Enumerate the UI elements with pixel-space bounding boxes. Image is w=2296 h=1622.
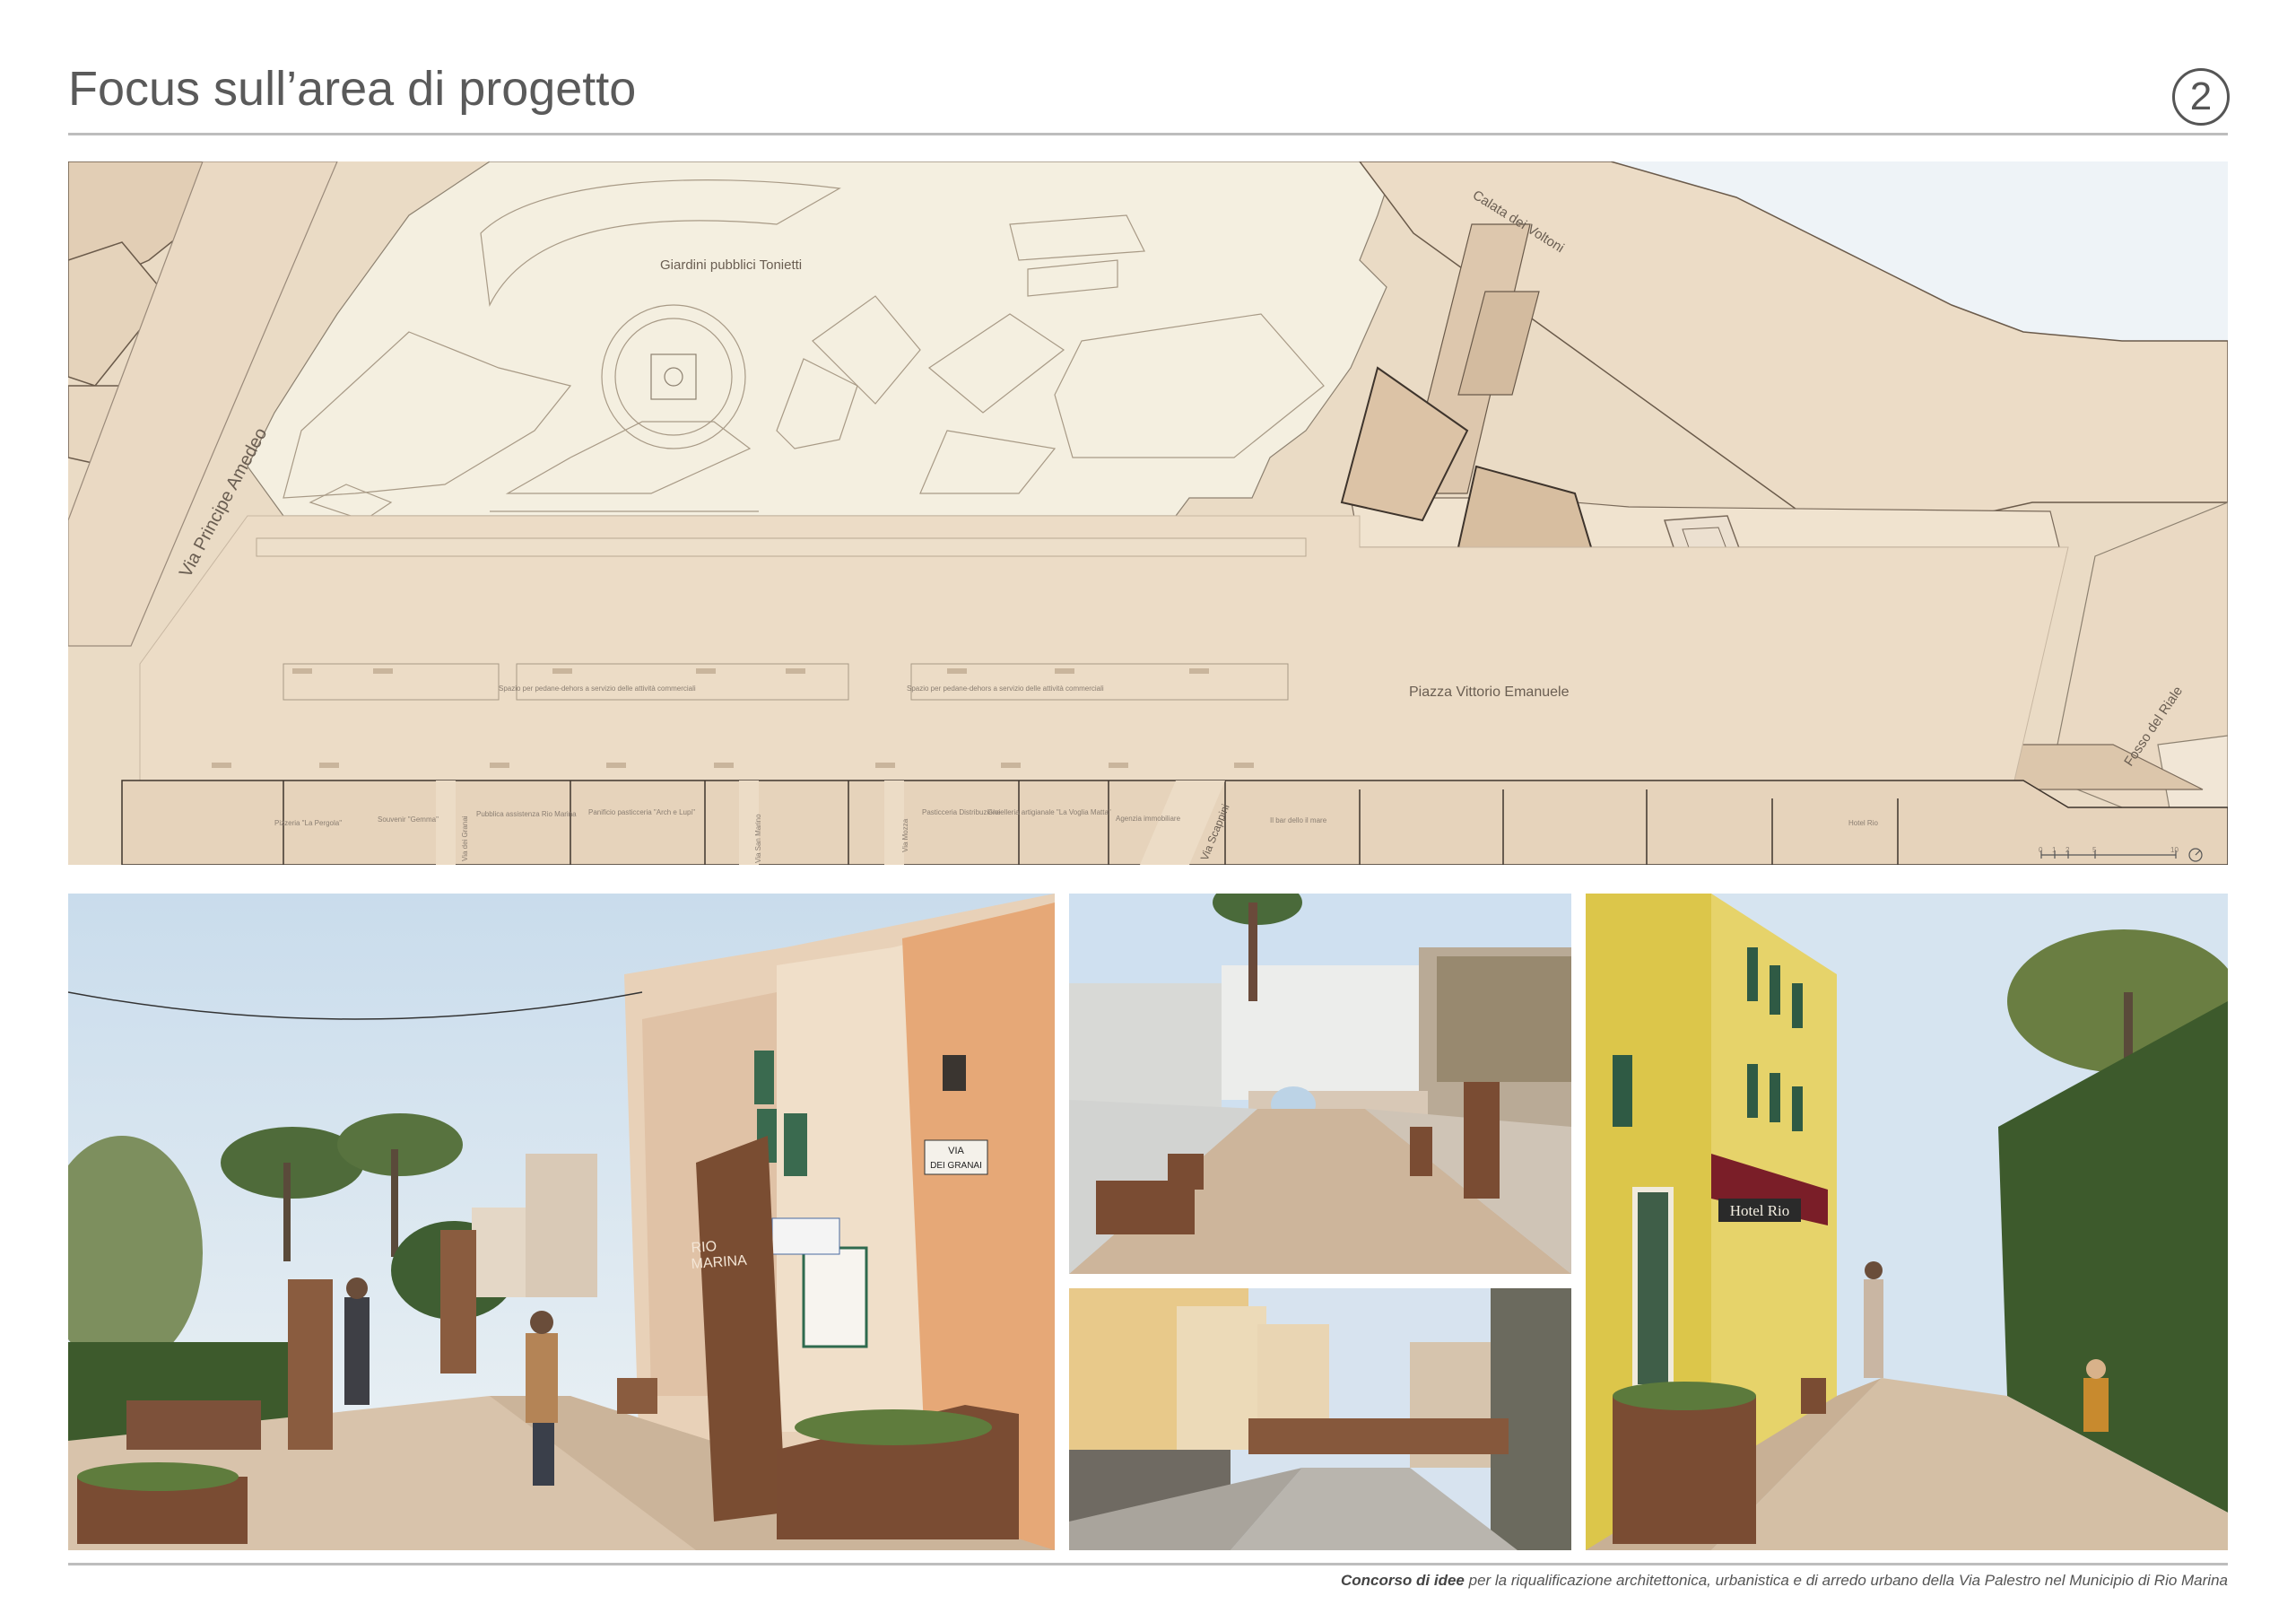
svg-text:DEI GRANAI: DEI GRANAI xyxy=(930,1161,982,1171)
map-shop-label: Gioielleria artigianale "La Voglia Matta… xyxy=(987,808,1111,816)
map-shop-label: Panificio pasticceria "Arch e Lupi" xyxy=(588,808,695,816)
site-plan-labels: Via Principe Amedeo Giardini pubblici To… xyxy=(176,187,2186,863)
map-shop-label: Agenzia immobiliare xyxy=(1116,815,1181,823)
map-label-via-dei-granai: Via dei Granai xyxy=(461,815,469,861)
scale-tick: 2 xyxy=(2066,846,2070,854)
header-rule xyxy=(68,133,2228,135)
scale-tick: 0 xyxy=(2039,846,2043,854)
map-shop-label: Hotel Rio xyxy=(1848,819,1878,827)
map-label-spazio-1: Spazio per pedane-dehors a servizio dell… xyxy=(499,685,696,693)
map-label-via-principe-amedeo: Via Principe Amedeo xyxy=(176,424,271,580)
scale-tick: 5 xyxy=(2092,846,2097,854)
render-bridge-street xyxy=(1069,1288,1571,1550)
map-shop-label: Souvenir "Gemma" xyxy=(378,815,439,824)
footer-bold: Concorso di idee xyxy=(1340,1572,1465,1589)
render-main-street: VIA DEI GRANAI RIO MARINA xyxy=(68,894,1055,1550)
scale-tick: 1 xyxy=(2052,846,2057,854)
map-label-calata: Calata dei Voltoni xyxy=(1470,187,1567,256)
map-shop-label: Pubblica assistenza Rio Marina xyxy=(476,810,577,818)
footer-caption: Concorso di idee per la riqualificazione… xyxy=(68,1572,2228,1590)
map-label-piazza: Piazza Vittorio Emanuele xyxy=(1409,685,1570,700)
map-label-via-scappini: Via Scappini xyxy=(1198,802,1232,862)
corten-sign-rio-marina: RIO xyxy=(691,1239,718,1256)
map-label-via-san-marino: Via San Marino xyxy=(754,814,762,863)
hotel-sign: Hotel Rio xyxy=(1730,1202,1790,1219)
render-covered-passage xyxy=(1069,894,1571,1274)
scale-tick: 10 xyxy=(2170,846,2179,854)
street-sign-via-dei-granai: VIA xyxy=(948,1146,964,1156)
map-shop-label: Il bar dello il mare xyxy=(1270,816,1327,824)
map-label-spazio-2: Spazio per pedane-dehors a servizio dell… xyxy=(907,685,1104,693)
page-title: Focus sull’area di progetto xyxy=(68,62,637,116)
page-number-badge: 2 xyxy=(2172,68,2230,126)
map-label-via-mozza: Via Mozza xyxy=(901,818,909,852)
footer-rule xyxy=(68,1563,2228,1565)
map-label-giardini: Giardini pubblici Tonietti xyxy=(660,257,802,273)
map-shop-label: Pizzeria "La Pergola" xyxy=(274,819,342,827)
map-label-fosso: Fosso del Riale xyxy=(2121,684,2186,769)
render-hotel-rio-street: Hotel Rio xyxy=(1586,894,2228,1550)
footer-text: per la riqualificazione architettonica, … xyxy=(1464,1572,2228,1589)
site-plan-map: Via Principe Amedeo Giardini pubblici To… xyxy=(68,161,2228,865)
